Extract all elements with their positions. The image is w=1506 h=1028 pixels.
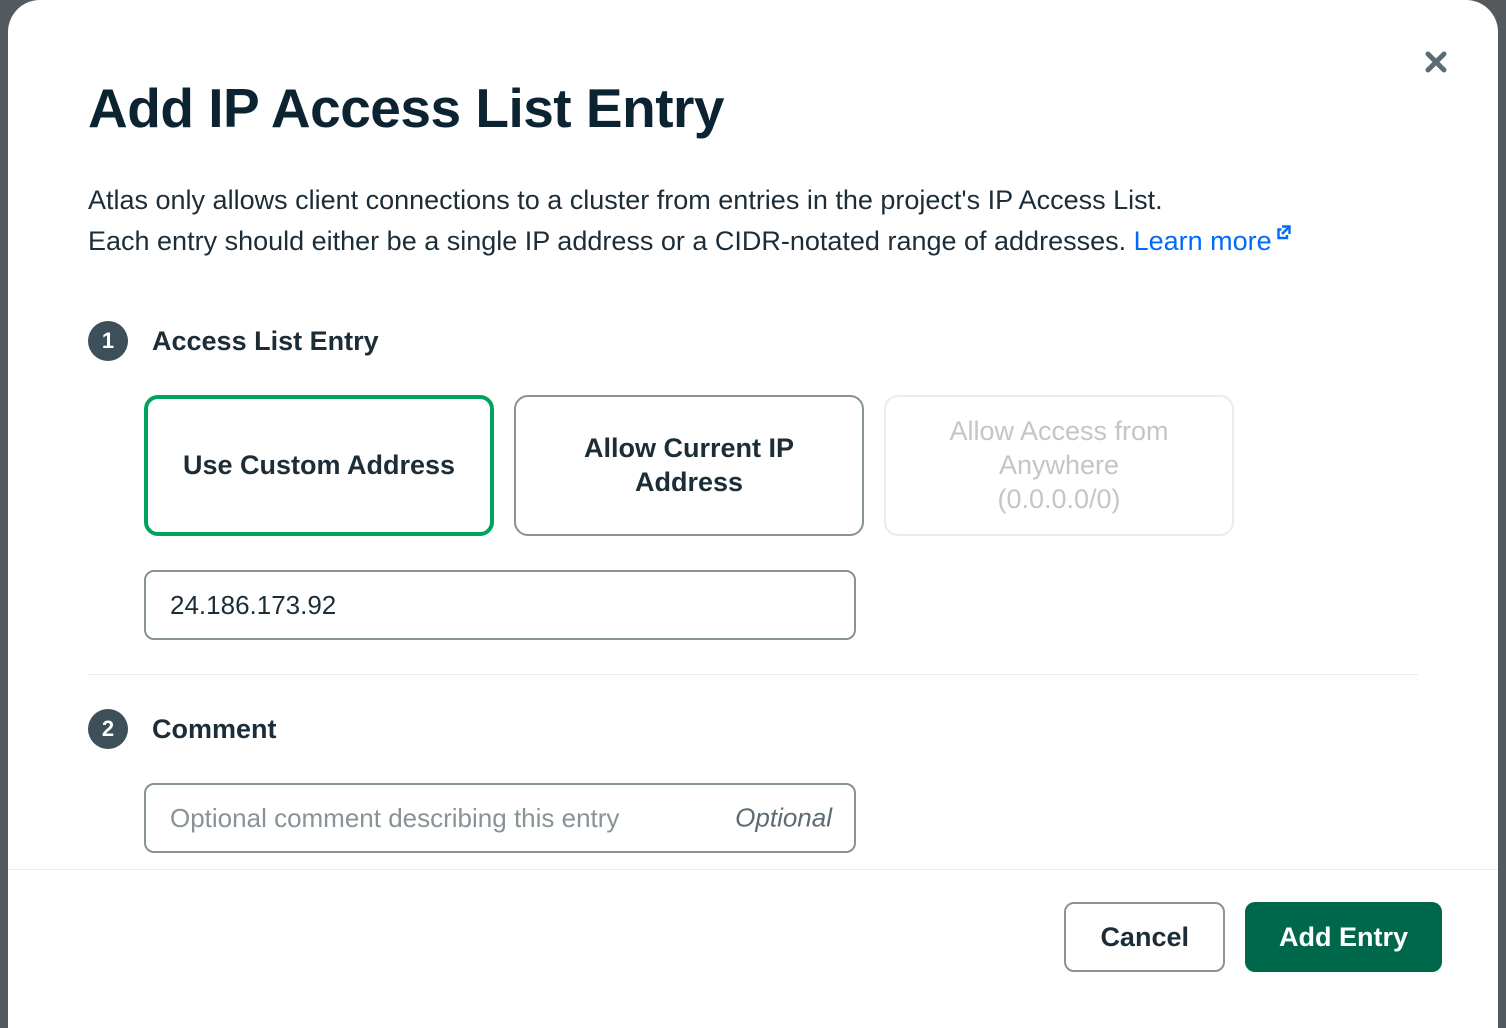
- ip-address-input[interactable]: [144, 570, 856, 640]
- add-ip-access-modal: Add IP Access List Entry Atlas only allo…: [8, 0, 1498, 1028]
- external-link-icon: [1276, 224, 1292, 240]
- step-title-1: Access List Entry: [152, 326, 379, 357]
- option-use-custom-address[interactable]: Use Custom Address: [144, 395, 494, 536]
- step-badge-2: 2: [88, 709, 128, 749]
- close-icon[interactable]: [1424, 50, 1448, 74]
- section-access-list-entry: 1 Access List Entry Use Custom Address A…: [88, 321, 1418, 640]
- modal-title: Add IP Access List Entry: [88, 76, 1418, 140]
- learn-more-text: Learn more: [1134, 226, 1272, 256]
- section-header-2: 2 Comment: [88, 709, 1418, 749]
- cancel-button[interactable]: Cancel: [1064, 902, 1225, 972]
- section-divider: [88, 674, 1418, 675]
- option-anywhere-label: Allow Access from Anywhere: [914, 415, 1204, 483]
- ip-input-wrap: [144, 570, 856, 640]
- comment-input[interactable]: [144, 783, 856, 853]
- modal-body: Add IP Access List Entry Atlas only allo…: [8, 0, 1498, 869]
- step-title-2: Comment: [152, 714, 277, 745]
- section-header-1: 1 Access List Entry: [88, 321, 1418, 361]
- option-allow-current-ip[interactable]: Allow Current IP Address: [514, 395, 864, 536]
- step1-content: Use Custom Address Allow Current IP Addr…: [144, 395, 1418, 640]
- comment-input-wrap: Optional: [144, 783, 856, 853]
- step-badge-1: 1: [88, 321, 128, 361]
- description-line2: Each entry should either be a single IP …: [88, 226, 1134, 256]
- entry-type-options: Use Custom Address Allow Current IP Addr…: [144, 395, 1418, 536]
- option-anywhere-cidr: (0.0.0.0/0): [997, 483, 1120, 517]
- learn-more-link[interactable]: Learn more: [1134, 226, 1292, 256]
- modal-footer: Cancel Add Entry: [8, 869, 1498, 1028]
- step2-content: Optional: [144, 783, 1418, 853]
- option-allow-anywhere: Allow Access from Anywhere (0.0.0.0/0): [884, 395, 1234, 536]
- modal-description: Atlas only allows client connections to …: [88, 180, 1418, 261]
- add-entry-button[interactable]: Add Entry: [1245, 902, 1442, 972]
- description-line1: Atlas only allows client connections to …: [88, 185, 1163, 215]
- section-comment: 2 Comment Optional: [88, 709, 1418, 853]
